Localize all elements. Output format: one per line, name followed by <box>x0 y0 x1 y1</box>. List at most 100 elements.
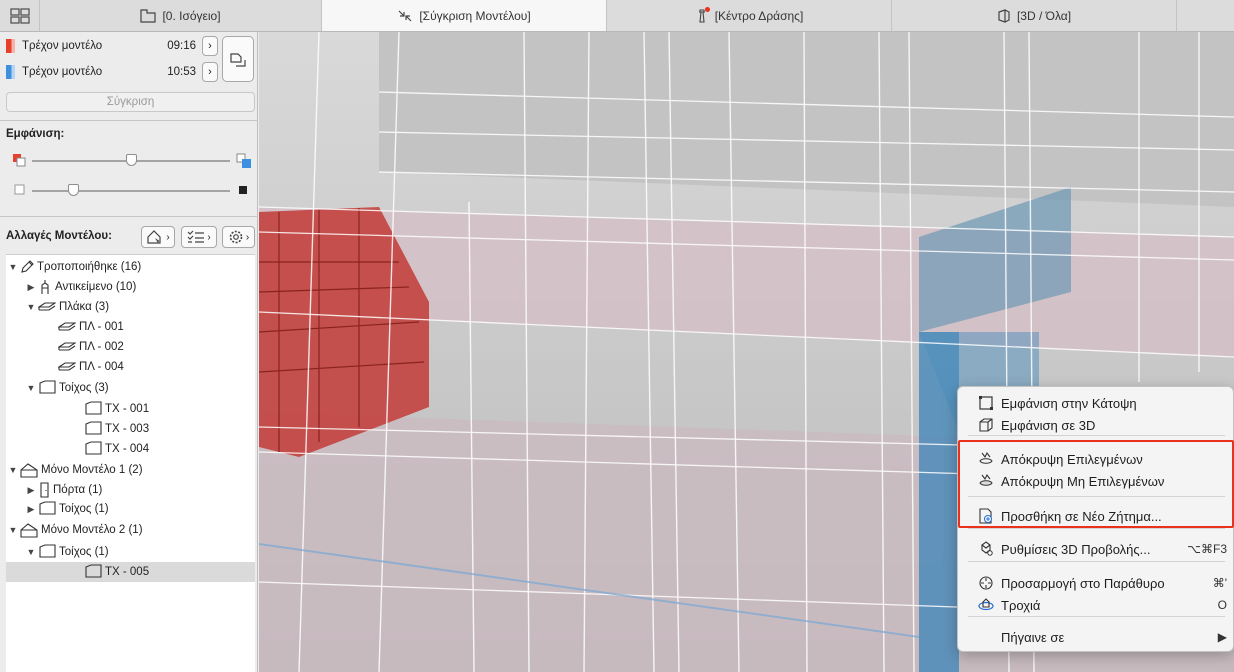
opacity-slider[interactable] <box>32 184 230 196</box>
menu-item-label: Απόκρυψη Επιλεγμένων <box>1001 451 1143 467</box>
compare-panel: Τρέχον μοντέλο 09:16 › Τρέχον μοντέλο 10… <box>0 32 258 672</box>
menu-separator <box>968 616 1225 617</box>
list-options-button[interactable]: › <box>181 226 217 248</box>
tab-model-compare[interactable]: [Σύγκριση Μοντέλου] <box>322 0 607 31</box>
model-changes-title: Αλλαγές Μοντέλου: <box>6 230 112 242</box>
menu-separator <box>968 561 1225 562</box>
menu-item[interactable]: Ρυθμίσεις 3D Προβολής... ⌥⌘F3 <box>958 538 1234 560</box>
model-b-label: Τρέχον μοντέλο <box>22 66 103 78</box>
tab-action-center[interactable]: [Κέντρο Δράσης] <box>607 0 892 31</box>
compare-arrows-icon <box>397 9 413 23</box>
tree-row[interactable]: ΠΛ - 002 <box>6 337 255 357</box>
model-a-row: Τρέχον μοντέλο 09:16 › <box>6 35 218 57</box>
swap-models-icon <box>230 53 246 67</box>
tree-item-label: Πόρτα (1) <box>53 484 103 496</box>
tree-item-label: ΤΧ - 001 <box>105 403 150 415</box>
tab-3d-all[interactable]: [3D / Όλα] <box>892 0 1177 31</box>
chevron-right-icon: › <box>166 231 170 243</box>
pencil-icon <box>20 260 34 274</box>
lighthouse-icon <box>695 7 710 23</box>
compare-button[interactable]: Σύγκριση <box>6 92 255 112</box>
menu-item[interactable]: Εμφάνιση σε 3D <box>958 414 1234 436</box>
tree-row[interactable]: ΠΛ - 001 <box>6 317 255 337</box>
wall-icon <box>84 401 102 417</box>
tree-row[interactable]: ▼ Πλάκα (3) <box>6 297 255 317</box>
tree-row[interactable]: ▶ Τοίχος (1) <box>6 499 255 519</box>
filter-elements-button[interactable]: › <box>141 226 175 248</box>
menu-item-label: Προσθήκη σε Νέο Ζήτημα... <box>1001 508 1162 524</box>
settings-button[interactable]: › <box>222 226 255 248</box>
menu-item[interactable]: Προσαρμογή στο Παράθυρο ⌘' <box>958 572 1234 594</box>
tree-row[interactable]: ▼ Τοίχος (1) <box>6 542 255 562</box>
tree-row[interactable]: ΤΧ - 001 <box>6 399 255 419</box>
model-a-select-button[interactable]: › <box>202 36 218 56</box>
tree-row[interactable]: ▶ Αντικείμενο (10) <box>6 277 255 297</box>
slab-icon <box>58 321 76 333</box>
menu-item[interactable]: Προσθήκη σε Νέο Ζήτημα... <box>958 505 1234 527</box>
disclosure-open-icon[interactable]: ▼ <box>8 525 18 535</box>
menu-item[interactable]: Απόκρυψη Μη Επιλεγμένων <box>958 470 1234 492</box>
tree-row[interactable]: ▼ Τοίχος (3) <box>6 378 255 398</box>
tree-item-label: Τοίχος (1) <box>59 546 109 558</box>
hide-selected-icon <box>978 451 997 467</box>
menu-item-shortcut: ⌥⌘F3 <box>1187 542 1227 556</box>
tab-label: [Κέντρο Δράσης] <box>714 8 804 23</box>
menu-separator <box>968 435 1225 436</box>
disclosure-closed-icon[interactable]: ▶ <box>26 282 36 293</box>
gear-icon <box>229 230 243 244</box>
tree-item-label: ΤΧ - 003 <box>105 423 150 435</box>
tree-row[interactable]: ▼ Τροποποιήθηκε (16) <box>6 257 255 277</box>
disclosure-open-icon[interactable]: ▼ <box>8 262 18 272</box>
menu-item-label: Εμφάνιση σε 3D <box>1001 417 1096 433</box>
disclosure-closed-icon[interactable]: ▶ <box>26 504 36 515</box>
tree-row[interactable]: ▼ Μόνο Μοντέλο 1 (2) <box>6 460 255 480</box>
slab-icon <box>58 361 76 373</box>
disclosure-open-icon[interactable]: ▼ <box>8 465 18 475</box>
menu-item-shortcut: ⌘' <box>1212 576 1227 590</box>
disclosure-open-icon[interactable]: ▼ <box>26 547 36 557</box>
floor-plan-icon <box>140 8 157 23</box>
tab-ground-floor[interactable]: [0. Ισόγειο] <box>40 0 322 31</box>
tree-item-label: ΤΧ - 005 <box>105 566 150 578</box>
tab-label: [3D / Όλα] <box>1016 8 1072 23</box>
tree-row[interactable]: ▼ Μόνο Μοντέλο 2 (1) <box>6 520 255 540</box>
show-in-3d-icon <box>978 417 997 433</box>
wall-icon <box>84 441 102 457</box>
color-mode-a-icon <box>13 154 26 167</box>
slider-thumb[interactable] <box>67 184 79 196</box>
tree-item-label: ΤΧ - 004 <box>105 443 150 455</box>
model-a-label: Τρέχον μοντέλο <box>22 40 103 52</box>
opaque-icon <box>239 186 247 194</box>
tree-row[interactable]: ΠΛ - 004 <box>6 357 255 377</box>
tab-overview-button[interactable] <box>0 0 40 31</box>
swap-models-button[interactable] <box>222 36 254 82</box>
tab-label: [Σύγκριση Μοντέλου] <box>419 8 531 23</box>
tree-row[interactable]: ▶ Πόρτα (1) <box>6 480 255 500</box>
tab-label: [0. Ισόγειο] <box>162 8 221 23</box>
wall-icon <box>84 564 102 580</box>
menu-item[interactable]: Τροχιά O <box>958 594 1234 616</box>
menu-item[interactable]: Απόκρυψη Επιλεγμένων <box>958 448 1234 470</box>
model-b-select-button[interactable]: › <box>202 62 218 82</box>
menu-separator <box>968 528 1225 529</box>
color-balance-slider[interactable] <box>32 154 230 166</box>
chevron-right-icon: › <box>245 231 250 243</box>
menu-item-label: Εμφάνιση στην Κάτοψη <box>1001 395 1137 411</box>
disclosure-closed-icon[interactable]: ▶ <box>26 485 36 496</box>
menu-item[interactable]: Πήγαινε σε ▶ <box>958 626 1234 648</box>
tree-row[interactable]: ΤΧ - 005 <box>6 562 255 582</box>
slider-thumb[interactable] <box>125 154 137 166</box>
tree-row[interactable]: ΤΧ - 003 <box>6 419 255 439</box>
context-menu: Εμφάνιση στην Κάτοψη Εμφάνιση σε 3D Απόκρυ… <box>957 386 1234 652</box>
model-b-time: 10:53 <box>167 66 196 78</box>
menu-item-shortcut: O <box>1217 598 1227 612</box>
transparent-icon <box>14 184 25 195</box>
tree-row[interactable]: ΤΧ - 004 <box>6 439 255 459</box>
menu-item[interactable]: Εμφάνιση στην Κάτοψη <box>958 392 1234 414</box>
wall-icon <box>38 501 56 517</box>
disclosure-open-icon[interactable]: ▼ <box>26 302 36 312</box>
tree-item-label: Τοίχος (3) <box>59 382 109 394</box>
checklist-icon <box>187 230 205 243</box>
disclosure-open-icon[interactable]: ▼ <box>26 383 36 393</box>
tree-item-label: ΠΛ - 001 <box>79 321 124 333</box>
